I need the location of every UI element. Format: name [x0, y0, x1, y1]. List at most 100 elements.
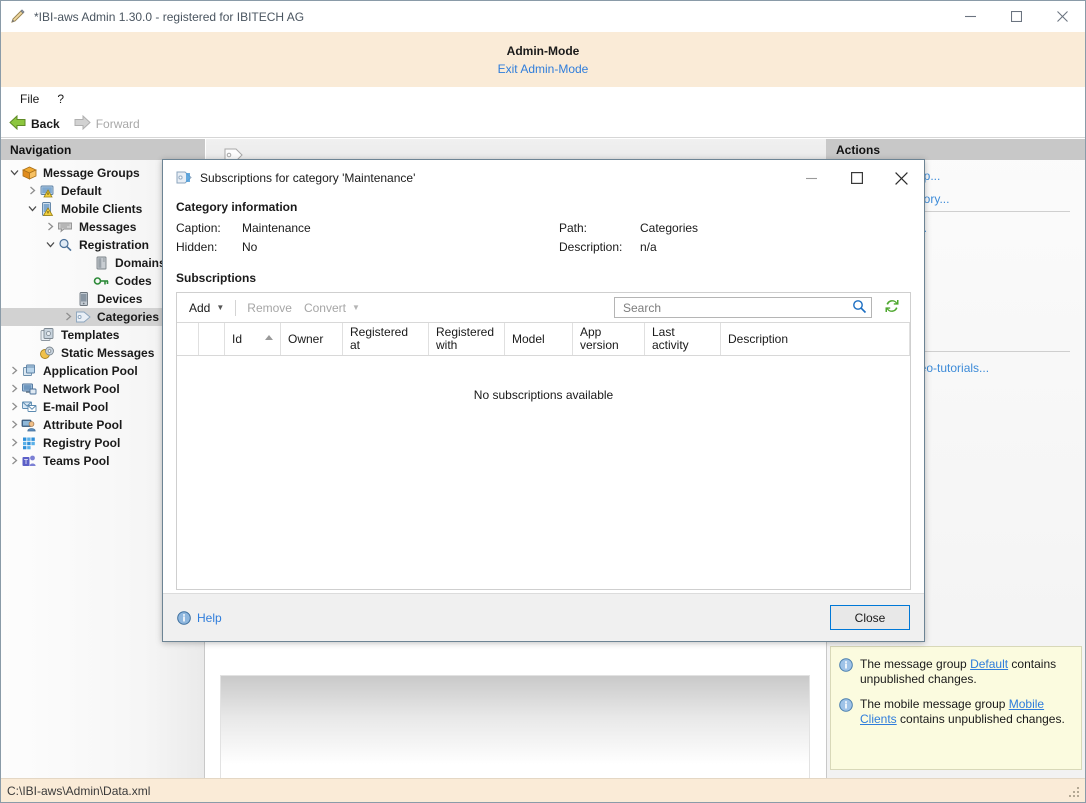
monitor-warn-icon — [39, 183, 56, 199]
dialog-close-button[interactable] — [879, 162, 924, 194]
chevron-down-icon[interactable] — [25, 204, 39, 215]
window-maximize-button[interactable] — [993, 1, 1039, 32]
dialog-maximize-button[interactable] — [834, 162, 879, 194]
window-title: *IBI-aws Admin 1.30.0 - registered for I… — [34, 10, 304, 24]
window-close-button[interactable] — [1039, 1, 1085, 32]
subscriptions-grid: Add ▼ Remove Convert ▼ — [176, 292, 911, 590]
chevron-right-icon[interactable] — [7, 456, 21, 467]
dialog-minimize-button[interactable] — [789, 162, 834, 194]
notification-text: The message group Default contains unpub… — [860, 657, 1073, 687]
column-header-last-activity[interactable]: Last activity — [645, 323, 721, 355]
chevron-right-icon[interactable] — [7, 420, 21, 431]
dialog-body: Category information Caption: Maintenanc… — [163, 200, 924, 590]
grid-empty-message: No subscriptions available — [177, 388, 910, 402]
dialog-titlebar: Subscriptions for category 'Maintenance' — [163, 160, 924, 196]
column-header-model[interactable]: Model — [505, 323, 573, 355]
remove-button: Remove — [241, 298, 298, 318]
toolbar-separator — [235, 300, 236, 316]
column-header-label: Registered at — [350, 326, 414, 352]
speech-icon — [57, 219, 74, 235]
grid-header-row: Id Owner Registered at Registered with Model… — [177, 322, 910, 356]
chevron-right-icon[interactable] — [7, 384, 21, 395]
path-label: Path: — [559, 221, 587, 235]
chevron-down-icon: ▼ — [352, 303, 360, 312]
menu-item-file[interactable]: File — [11, 90, 48, 108]
refresh-green-icon — [883, 297, 901, 318]
sidebar-item-label: Registration — [79, 238, 149, 252]
subscriptions-dialog: Subscriptions for category 'Maintenance'… — [162, 159, 925, 642]
hidden-value: No — [242, 240, 257, 254]
chevron-right-icon[interactable] — [7, 438, 21, 449]
sidebar-item-label: Static Messages — [61, 346, 154, 360]
resize-grip-icon[interactable] — [1069, 787, 1081, 799]
notification-item: The message group Default contains unpub… — [839, 657, 1073, 687]
notification-prefix: The mobile message group — [860, 697, 1009, 711]
chevron-right-icon[interactable] — [43, 222, 57, 233]
caption-label: Caption: — [176, 221, 221, 235]
box-icon — [21, 165, 38, 181]
chevron-down-icon[interactable] — [7, 168, 21, 179]
sidebar-item-label: Domains — [115, 256, 166, 270]
window-minimize-button[interactable] — [947, 1, 993, 32]
windows-icon — [21, 363, 38, 379]
chevron-right-icon[interactable] — [25, 186, 39, 197]
column-header-description[interactable]: Description — [721, 323, 910, 355]
gear-ball-icon — [39, 345, 56, 361]
notifications-panel: The message group Default contains unpub… — [830, 646, 1082, 770]
column-header-id[interactable]: Id — [225, 323, 281, 355]
chevron-right-icon[interactable] — [61, 312, 75, 323]
column-header-app-version[interactable]: App version — [573, 323, 645, 355]
menu-item-help[interactable]: ? — [48, 90, 73, 108]
column-header-registered-with[interactable]: Registered with — [429, 323, 505, 355]
sidebar-item-label: Devices — [97, 292, 142, 306]
dialog-window-controls — [789, 162, 924, 194]
network-icon — [21, 381, 38, 397]
chevron-right-icon[interactable] — [7, 402, 21, 413]
notification-link-default[interactable]: Default — [970, 657, 1008, 671]
sidebar-item-label: Network Pool — [43, 382, 120, 396]
convert-label: Convert — [304, 301, 346, 315]
column-header-label: Owner — [288, 333, 323, 346]
menu-bar: File ? — [1, 87, 1085, 110]
dialog-footer: Help Close — [163, 593, 924, 641]
column-header-label: Last activity — [652, 326, 706, 352]
magnifier-icon — [57, 237, 74, 253]
column-header-blank[interactable] — [199, 323, 225, 355]
navigation-toolbar: Back Forward — [1, 110, 1085, 138]
magnifier-icon[interactable] — [852, 299, 867, 317]
sidebar-item-label: Mobile Clients — [61, 202, 142, 216]
search-box[interactable] — [614, 297, 872, 318]
refresh-button[interactable] — [880, 297, 904, 319]
chevron-down-icon[interactable] — [43, 240, 57, 251]
add-button[interactable]: Add ▼ — [183, 298, 230, 318]
sidebar-item-label: Categories — [97, 310, 159, 324]
app-pen-document-icon — [10, 9, 26, 25]
forward-label: Forward — [96, 117, 140, 131]
window-controls — [947, 1, 1085, 32]
help-link[interactable]: Help — [177, 611, 222, 625]
column-header-owner[interactable]: Owner — [281, 323, 343, 355]
status-bar: C:\IBI-aws\Admin\Data.xml — [1, 778, 1085, 802]
content-card — [220, 675, 810, 795]
search-input[interactable] — [621, 300, 852, 316]
back-label: Back — [31, 117, 60, 131]
forward-button: Forward — [74, 115, 140, 133]
convert-button: Convert ▼ — [298, 298, 366, 318]
registry-icon — [21, 435, 38, 451]
notification-text: The mobile message group Mobile Clients … — [860, 697, 1073, 727]
chevron-right-icon[interactable] — [7, 366, 21, 377]
column-header-label: Registered with — [436, 326, 490, 352]
back-button[interactable]: Back — [9, 115, 60, 133]
info-icon — [839, 658, 853, 672]
actions-separator — [915, 211, 1070, 212]
column-header-blank[interactable] — [177, 323, 199, 355]
action-link[interactable]: leo-tutorials... — [917, 361, 989, 375]
sidebar-item-label: Messages — [79, 220, 136, 234]
phone-icon — [75, 291, 92, 307]
sidebar-item-label: Codes — [115, 274, 152, 288]
close-button[interactable]: Close — [830, 605, 910, 630]
description-label: Description: — [559, 240, 622, 254]
exit-admin-mode-link[interactable]: Exit Admin-Mode — [498, 62, 589, 76]
notification-item: The mobile message group Mobile Clients … — [839, 697, 1073, 727]
column-header-registered-at[interactable]: Registered at — [343, 323, 429, 355]
